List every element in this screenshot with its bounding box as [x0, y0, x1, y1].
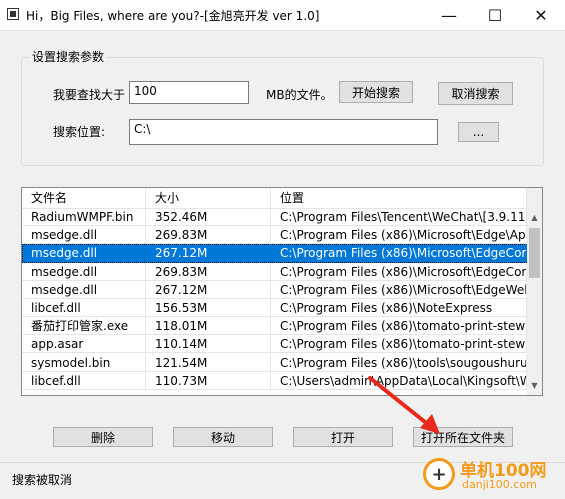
- list-cell-location: C:\Program Files\Tencent\WeChat\[3.9.11.: [271, 208, 527, 226]
- table-row[interactable]: msedge.dll 269.83M C:\Program Files (x86)\…: [22, 262, 527, 281]
- location-input[interactable]: C:\: [129, 119, 438, 145]
- list-cell-name: sysmodel.bin: [22, 353, 146, 372]
- list-cell-name: msedge.dll: [22, 244, 146, 263]
- browse-button[interactable]: ...: [458, 122, 499, 142]
- scroll-thumb[interactable]: [529, 228, 540, 278]
- table-row[interactable]: libcef.dll 156.53M C:\Program Files (x86)\…: [22, 298, 527, 317]
- list-cell-size: 110.73M: [146, 371, 271, 390]
- list-cell-size: 118.01M: [146, 317, 271, 336]
- size-input[interactable]: 100: [129, 81, 249, 104]
- list-cell-size: 110.14M: [146, 335, 271, 354]
- table-row[interactable]: RadiumWMPF.bin 352.46M C:\Program Files\Te…: [22, 208, 527, 226]
- table-row[interactable]: libcef.dll 110.73M C:\Users\admin\AppData\…: [22, 371, 527, 390]
- watermark-logo: + 单机100网 danji100.com: [418, 452, 565, 498]
- title-bar: Hi，Big Files, where are you?-[金旭亮开发 ver …: [0, 0, 565, 31]
- search-settings-group: [21, 57, 544, 166]
- list-cell-size: 269.83M: [146, 226, 271, 245]
- watermark-plus-icon: +: [423, 458, 455, 490]
- list-cell-location: C:\Program Files (x86)\NoteExpress: [271, 298, 527, 317]
- list-cell-name: app.asar: [22, 335, 146, 354]
- close-button[interactable]: ✕: [518, 0, 564, 30]
- list-cell-location: C:\Program Files (x86)\tools\sougoushuru: [271, 353, 527, 372]
- scroll-up-icon[interactable]: ▲: [527, 210, 542, 225]
- open-button[interactable]: 打开: [293, 427, 393, 447]
- move-button[interactable]: 移动: [173, 427, 273, 447]
- column-header-name[interactable]: 文件名: [22, 188, 146, 208]
- results-list[interactable]: 文件名 大小 位置 RadiumWMPF.bin 352.46M C:\Progra…: [21, 187, 543, 396]
- column-header-size[interactable]: 大小: [146, 188, 271, 208]
- status-text: 搜索被取消: [12, 473, 73, 487]
- list-cell-location: C:\Program Files (x86)\Microsoft\Edge\Ap: [271, 226, 527, 245]
- open-folder-button[interactable]: 打开所在文件夹: [413, 427, 513, 447]
- list-cell-name: msedge.dll: [22, 226, 146, 245]
- table-row[interactable]: msedge.dll 269.83M C:\Program Files (x86)\…: [22, 226, 527, 245]
- list-cell-location: C:\Program Files (x86)\Microsoft\EdgeWel: [271, 280, 527, 299]
- size-unit-label: MB的文件。: [266, 88, 333, 102]
- list-cell-name: libcef.dll: [22, 371, 146, 390]
- table-row[interactable]: msedge.dll 267.12M C:\Program Files (x86)\…: [22, 280, 527, 299]
- minimize-button[interactable]: —: [426, 0, 472, 30]
- list-cell-location: C:\Program Files (x86)\tomato-print-stew…: [271, 317, 527, 336]
- table-row[interactable]: 番茄打印管家.exe 118.01M C:\Program Files (x86)\…: [22, 317, 527, 336]
- delete-button[interactable]: 删除: [53, 427, 153, 447]
- list-cell-size: 269.83M: [146, 262, 271, 281]
- group-legend: 设置搜索参数: [30, 48, 107, 65]
- scroll-down-icon[interactable]: ▼: [527, 378, 542, 393]
- watermark-url: danji100.com: [462, 478, 537, 491]
- cancel-search-button[interactable]: 取消搜索: [438, 82, 513, 105]
- start-search-button[interactable]: 开始搜索: [339, 81, 413, 103]
- list-cell-location: C:\Program Files (x86)\tomato-print-stew…: [271, 335, 527, 354]
- list-cell-size: 156.53M: [146, 298, 271, 317]
- list-cell-size: 352.46M: [146, 208, 271, 226]
- list-cell-size: 121.54M: [146, 353, 271, 372]
- table-row[interactable]: msedge.dll 267.12M C:\Program Files (x86)\…: [22, 244, 527, 263]
- list-cell-name: libcef.dll: [22, 298, 146, 317]
- list-cell-location: C:\Program Files (x86)\Microsoft\EdgeCor: [271, 244, 527, 263]
- list-cell-location: C:\Program Files (x86)\Microsoft\EdgeCor: [271, 262, 527, 281]
- list-cell-location: C:\Users\admin\AppData\Local\Kingsoft\W: [271, 371, 527, 390]
- list-cell-name: 番茄打印管家.exe: [22, 317, 146, 336]
- table-row[interactable]: sysmodel.bin 121.54M C:\Program Files (x86…: [22, 353, 527, 372]
- app-icon: [7, 8, 19, 20]
- list-rows: RadiumWMPF.bin 352.46M C:\Program Files\Te…: [22, 208, 527, 390]
- column-header-location[interactable]: 位置: [271, 188, 527, 208]
- list-header: 文件名 大小 位置: [22, 188, 527, 209]
- list-cell-name: msedge.dll: [22, 280, 146, 299]
- vertical-scrollbar[interactable]: ▲ ▼: [527, 188, 542, 395]
- size-label: 我要查找大于: [53, 88, 126, 102]
- list-cell-size: 267.12M: [146, 280, 271, 299]
- list-cell-name: RadiumWMPF.bin: [22, 208, 146, 226]
- table-row[interactable]: app.asar 110.14M C:\Program Files (x86)\to…: [22, 335, 527, 354]
- window-title: Hi，Big Files, where are you?-[金旭亮开发 ver …: [26, 9, 320, 23]
- list-cell-name: msedge.dll: [22, 262, 146, 281]
- list-cell-size: 267.12M: [146, 244, 271, 263]
- maximize-button[interactable]: ☐: [472, 0, 518, 30]
- location-label: 搜索位置:: [53, 125, 106, 139]
